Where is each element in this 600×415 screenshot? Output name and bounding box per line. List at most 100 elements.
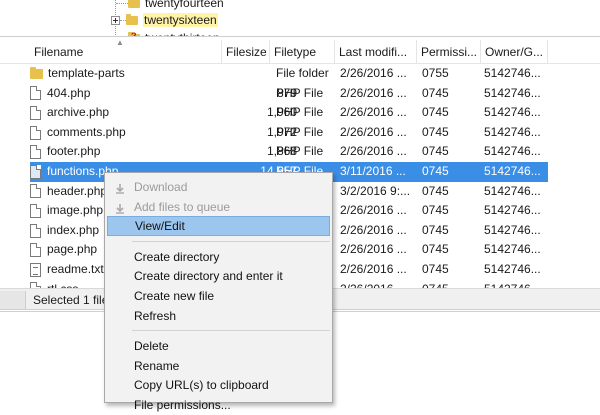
file-last-modified: 2/26/2016 ...	[340, 144, 407, 159]
menu-separator	[132, 330, 330, 332]
file-row[interactable]: archive.php 1,960 PHP File 2/26/2016 ... 074…	[30, 103, 548, 123]
file-icon	[30, 243, 41, 258]
sort-ascending-icon: ▲	[116, 38, 124, 47]
file-icon	[30, 164, 41, 179]
menu-item-label: Add files to queue	[134, 199, 231, 214]
list-gutter	[0, 64, 30, 286]
file-permissions: 0745	[422, 85, 449, 100]
file-name-text: comments.php	[47, 124, 126, 139]
column-header-permissions[interactable]: Permissi...	[417, 40, 481, 64]
file-last-modified: 2/26/2016 ...	[340, 242, 407, 257]
menu-item-label: Create new file	[134, 289, 215, 303]
file-type: PHP File	[276, 105, 324, 120]
menu-item-copy-url-s-to-clipboard[interactable]: Copy URL(s) to clipboard	[107, 375, 330, 395]
column-header-row: Filename Filesize Filetype Last modifi..…	[0, 38, 600, 64]
tree-item-twentythirteen[interactable]: twentythirteen	[128, 29, 220, 36]
file-icon	[30, 125, 41, 140]
status-text: Selected 1 file	[33, 293, 109, 307]
column-header-filesize[interactable]: Filesize	[222, 40, 270, 64]
menu-item-download: Download	[107, 177, 330, 197]
directory-tree: twentyfourteen twentysixteen twentythirt…	[0, 0, 600, 37]
file-name-text: template-parts	[48, 66, 125, 80]
file-last-modified: 2/26/2016 ...	[340, 85, 407, 100]
text-icon	[30, 262, 41, 277]
menu-item-label: View/Edit	[135, 219, 185, 234]
file-permissions: 0745	[422, 183, 449, 198]
menu-item-label: Rename	[134, 358, 180, 373]
add-to-queue-icon	[114, 201, 126, 214]
file-last-modified: 3/2/2016 9:...	[340, 183, 411, 198]
file-last-modified: 2/26/2016 ...	[340, 105, 407, 120]
expand-icon[interactable]	[111, 15, 120, 25]
file-owner-group: 5142746...	[484, 124, 541, 139]
column-header-filetype[interactable]: Filetype	[270, 40, 335, 64]
file-name-text: archive.php	[47, 105, 110, 120]
file-icon	[30, 145, 41, 160]
file-icon	[30, 184, 41, 199]
menu-item-label: File permissions...	[134, 398, 231, 412]
folder-icon	[30, 66, 43, 79]
file-owner-group: 5142746...	[484, 144, 541, 159]
file-icon	[30, 203, 41, 218]
file-name: 404.php	[30, 84, 220, 104]
file-row[interactable]: comments.php 1,972 PHP File 2/26/2016 ... 07…	[30, 123, 548, 143]
file-name-text: footer.php	[47, 144, 101, 159]
unknown-folder-icon	[128, 31, 140, 36]
file-icon	[30, 86, 41, 101]
menu-item-label: Copy URL(s) to clipboard	[134, 378, 269, 393]
file-owner-group: 5142746...	[484, 105, 541, 120]
menu-item-file-permissions[interactable]: File permissions...	[107, 395, 330, 415]
file-name-text: readme.txt	[47, 262, 104, 276]
file-permissions: 0745	[422, 203, 449, 218]
file-icon	[30, 223, 41, 238]
file-name-text: 404.php	[47, 85, 91, 100]
menu-item-add-files-to-queue: Add files to queue	[107, 197, 330, 217]
file-permissions: 0755	[422, 66, 449, 80]
menu-item-create-directory-and-enter-it[interactable]: Create directory and enter it	[107, 266, 330, 286]
tree-item-label: twentyfourteen	[145, 0, 224, 10]
file-owner-group: 5142746...	[484, 183, 541, 198]
folder-icon	[126, 13, 138, 25]
menu-item-label: Create directory and enter it	[134, 269, 283, 284]
file-owner-group: 5142746...	[484, 262, 541, 276]
file-type: PHP File	[276, 124, 324, 139]
menu-item-refresh[interactable]: Refresh	[107, 306, 330, 326]
file-row[interactable]: 404.php 879 PHP File 2/26/2016 ... 0745 51427…	[30, 84, 548, 104]
tree-item-label: twentythirteen	[145, 31, 220, 36]
folder-icon	[128, 0, 140, 8]
file-name: footer.php	[30, 142, 220, 162]
file-name: comments.php	[30, 123, 220, 143]
menu-item-label: Download	[134, 180, 188, 194]
menu-item-delete[interactable]: Delete	[107, 336, 330, 356]
menu-item-create-new-file[interactable]: Create new file	[107, 286, 330, 306]
menu-item-create-directory[interactable]: Create directory	[107, 247, 330, 267]
column-header-owner-group[interactable]: Owner/G...	[481, 40, 548, 64]
file-last-modified: 2/26/2016 ...	[340, 222, 407, 237]
file-icon	[30, 105, 41, 120]
file-type: PHP File	[276, 85, 324, 100]
file-name-text: image.php	[47, 203, 104, 218]
file-permissions: 0745	[422, 164, 449, 178]
tree-item-twentysixteen[interactable]: twentysixteen	[111, 11, 218, 29]
file-owner-group: 5142746...	[484, 66, 541, 80]
column-header-filename[interactable]: Filename	[30, 40, 222, 64]
file-name-text: page.php	[47, 242, 98, 257]
file-name: template-parts	[30, 64, 220, 84]
file-type: File folder	[276, 66, 329, 80]
menu-item-view-edit[interactable]: View/Edit	[107, 216, 330, 237]
file-permissions: 0745	[422, 105, 449, 120]
context-menu: Download Add files to queue View/Edit Creat…	[104, 172, 333, 412]
file-owner-group: 5142746...	[484, 222, 541, 237]
menu-item-rename[interactable]: Rename	[107, 356, 330, 376]
file-row[interactable]: footer.php 1,868 PHP File 2/26/2016 ... 0745…	[30, 142, 548, 162]
file-last-modified: 2/26/2016 ...	[340, 262, 407, 276]
file-permissions: 0745	[422, 144, 449, 159]
file-permissions: 0745	[422, 242, 449, 257]
file-last-modified: 3/11/2016 ...	[340, 164, 406, 178]
download-icon	[114, 181, 126, 194]
column-header-last-modified[interactable]: Last modifi...	[335, 40, 417, 64]
file-row[interactable]: template-parts File folder 2/26/2016 ... 07…	[30, 64, 548, 84]
file-last-modified: 2/26/2016 ...	[340, 203, 407, 218]
menu-item-label: Refresh	[134, 308, 177, 323]
menu-item-label: Create directory	[134, 249, 220, 264]
